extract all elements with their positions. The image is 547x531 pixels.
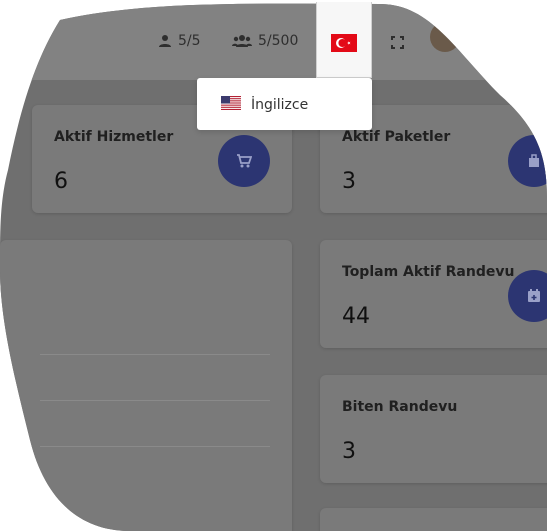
staff-count: 5/5 bbox=[178, 33, 201, 49]
card-value: 44 bbox=[342, 304, 370, 329]
left-panel bbox=[0, 240, 292, 531]
customer-count: 5/500 bbox=[258, 33, 299, 49]
divider bbox=[40, 400, 270, 401]
avatar[interactable] bbox=[430, 22, 460, 52]
fullscreen-icon[interactable] bbox=[391, 34, 404, 53]
card-value: 3 bbox=[342, 439, 356, 464]
language-option-label: İngilizce bbox=[251, 97, 309, 113]
language-dropdown: İngilizce bbox=[197, 78, 372, 130]
language-selector-button[interactable] bbox=[316, 2, 372, 78]
card-partial bbox=[320, 508, 547, 531]
user-icon bbox=[158, 34, 172, 48]
card-title: Toplam Aktif Randevu bbox=[342, 264, 515, 280]
card-title: Aktif Hizmetler bbox=[54, 129, 174, 145]
card-total-active-appointments: Toplam Aktif Randevu 44 bbox=[320, 240, 547, 348]
card-title: Biten Randevu bbox=[342, 399, 458, 415]
cart-icon bbox=[218, 135, 270, 187]
card-finished-appointments: Biten Randevu 3 bbox=[320, 375, 547, 483]
tr-flag-icon bbox=[331, 34, 357, 56]
users-icon bbox=[232, 34, 252, 48]
calendar-plus-icon bbox=[508, 270, 547, 322]
card-title: Aktif Paketler bbox=[342, 129, 451, 145]
divider bbox=[40, 446, 270, 447]
app-screen: 5/5 5/500 Aktif Hizmetler 6 Aktif Paketl… bbox=[0, 0, 547, 531]
package-icon bbox=[508, 135, 547, 187]
us-flag-icon bbox=[221, 96, 241, 114]
staff-stat: 5/5 bbox=[158, 33, 201, 49]
card-value: 3 bbox=[342, 169, 356, 194]
divider bbox=[40, 354, 270, 355]
language-option-english[interactable]: İngilizce bbox=[221, 96, 308, 114]
customer-stat: 5/500 bbox=[232, 33, 298, 49]
card-value: 6 bbox=[54, 169, 68, 194]
